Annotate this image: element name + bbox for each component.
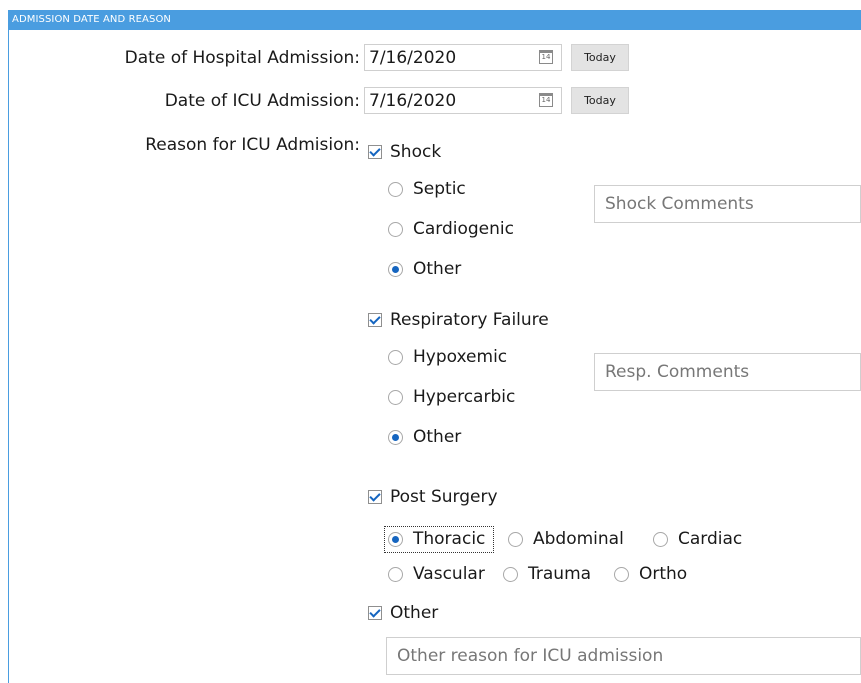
- resp-hypoxemic-label: Hypoxemic: [413, 347, 508, 367]
- surgery-thoracic-radio[interactable]: [388, 532, 403, 547]
- respiratory-failure-label: Respiratory Failure: [390, 310, 549, 330]
- icu-today-button[interactable]: Today: [571, 87, 629, 114]
- hospital-admission-date-input[interactable]: 7/16/2020 14: [364, 44, 562, 71]
- shock-other-label: Other: [413, 259, 462, 279]
- respiratory-failure-checkbox[interactable]: [368, 313, 382, 327]
- shock-cardiogenic-radio[interactable]: [388, 222, 403, 237]
- other-reason-label: Other: [390, 603, 439, 623]
- surgery-trauma-label: Trauma: [528, 564, 592, 584]
- surgery-ortho-radio[interactable]: [614, 567, 629, 582]
- calendar-icon[interactable]: 14: [539, 50, 553, 64]
- shock-comments-input[interactable]: Shock Comments: [594, 185, 861, 223]
- surgery-trauma-radio[interactable]: [503, 567, 518, 582]
- calendar-icon[interactable]: 14: [539, 93, 553, 107]
- resp-hypoxemic-radio[interactable]: [388, 350, 403, 365]
- reason-label: Reason for ICU Admision:: [145, 135, 360, 155]
- shock-septic-label: Septic: [413, 179, 466, 199]
- hospital-admission-date-value: 7/16/2020: [369, 48, 457, 68]
- hospital-today-button[interactable]: Today: [571, 44, 629, 71]
- surgery-thoracic-label: Thoracic: [413, 529, 486, 549]
- surgery-vascular-label: Vascular: [413, 564, 485, 584]
- resp-hypercarbic-radio[interactable]: [388, 390, 403, 405]
- resp-other-radio[interactable]: [388, 430, 403, 445]
- other-reason-checkbox[interactable]: [368, 606, 382, 620]
- section-left-border: [8, 30, 9, 683]
- resp-hypercarbic-label: Hypercarbic: [413, 387, 516, 407]
- shock-septic-radio[interactable]: [388, 182, 403, 197]
- icu-admission-label: Date of ICU Admission:: [164, 91, 360, 111]
- icu-admission-date-value: 7/16/2020: [369, 91, 457, 111]
- other-reason-input[interactable]: Other reason for ICU admission: [386, 637, 861, 675]
- shock-cardiogenic-label: Cardiogenic: [413, 219, 514, 239]
- surgery-abdominal-radio[interactable]: [508, 532, 523, 547]
- resp-other-label: Other: [413, 427, 462, 447]
- shock-label: Shock: [390, 142, 442, 162]
- surgery-abdominal-label: Abdominal: [533, 529, 624, 549]
- resp-comments-input[interactable]: Resp. Comments: [594, 353, 861, 391]
- surgery-cardiac-radio[interactable]: [653, 532, 668, 547]
- shock-checkbox[interactable]: [368, 145, 382, 159]
- section-header: ADMISSION DATE AND REASON: [8, 10, 861, 30]
- post-surgery-checkbox[interactable]: [368, 490, 382, 504]
- icu-admission-date-input[interactable]: 7/16/2020 14: [364, 87, 562, 114]
- surgery-ortho-label: Ortho: [639, 564, 688, 584]
- surgery-vascular-radio[interactable]: [388, 567, 403, 582]
- hospital-admission-label: Date of Hospital Admission:: [124, 48, 360, 68]
- surgery-cardiac-label: Cardiac: [678, 529, 743, 549]
- post-surgery-label: Post Surgery: [390, 487, 498, 507]
- shock-other-radio[interactable]: [388, 262, 403, 277]
